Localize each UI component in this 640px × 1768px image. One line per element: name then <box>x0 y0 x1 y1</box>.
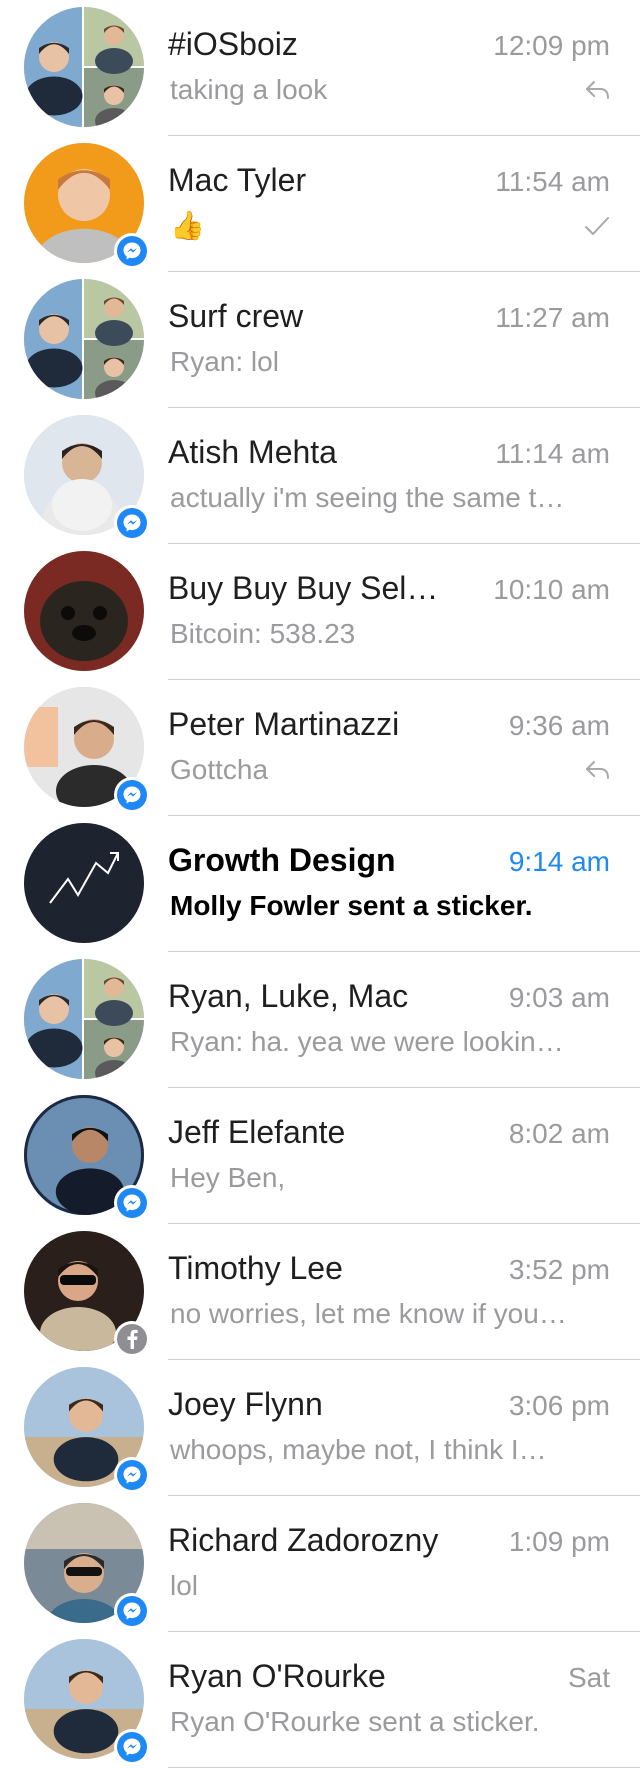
conversation-row[interactable]: Jeff Elefante 8:02 am Hey Ben, <box>0 1088 640 1224</box>
avatar-container <box>24 1231 150 1357</box>
avatar[interactable] <box>24 7 144 127</box>
message-preview: 👍 <box>170 210 205 241</box>
conversation-row[interactable]: Timothy Lee 3:52 pm no worries, let me k… <box>0 1224 640 1360</box>
messenger-bolt-icon <box>117 1732 147 1762</box>
conversation-name: Ryan O'Rourke <box>168 1658 386 1694</box>
avatar-photo <box>24 959 144 1079</box>
avatar-container <box>24 1639 150 1765</box>
messenger-badge-icon <box>114 1729 150 1765</box>
conversation-time: 1:09 pm <box>508 1526 610 1557</box>
conversation-row[interactable]: Mac Tyler 11:54 am 👍 <box>0 136 640 272</box>
messenger-badge-icon <box>114 233 150 269</box>
conversation-time: 10:10 am <box>493 574 610 605</box>
conversation-time: 11:54 am <box>495 166 610 197</box>
messenger-bolt-icon <box>117 1188 147 1218</box>
message-preview: taking a look <box>170 74 328 105</box>
conversation-row[interactable]: Joey Flynn 3:06 pm whoops, maybe not, I … <box>0 1360 640 1496</box>
checkmark-icon <box>582 212 612 240</box>
avatar-photo <box>24 823 144 943</box>
avatar-container <box>24 1095 150 1221</box>
conversation-name: Peter Martinazzi <box>168 706 400 742</box>
avatar-container <box>24 687 150 813</box>
avatar-photo <box>24 7 144 127</box>
message-preview: lol <box>170 1570 199 1601</box>
avatar-photo <box>24 551 144 671</box>
conversation-name: Ryan, Luke, Mac <box>168 978 409 1014</box>
messenger-bolt-icon <box>117 780 147 810</box>
conversation-time: 11:27 am <box>495 302 610 333</box>
conversation-name: Richard Zadorozny <box>168 1522 439 1558</box>
conversation-name: Timothy Lee <box>168 1250 343 1286</box>
message-preview: whoops, maybe not, I think I… <box>170 1434 547 1465</box>
conversation-row[interactable]: Surf crew 11:27 am Ryan: lol <box>0 272 640 408</box>
messenger-badge-icon <box>114 1457 150 1493</box>
conversation-time: 3:52 pm <box>508 1254 610 1285</box>
message-preview: Gottcha <box>170 754 269 785</box>
reply-icon <box>582 756 612 784</box>
message-preview: Bitcoin: 538.23 <box>170 618 356 649</box>
conversation-time: 3:06 pm <box>508 1390 610 1421</box>
message-preview: Ryan O'Rourke sent a sticker. <box>170 1706 540 1737</box>
conversation-name: Surf crew <box>168 298 304 334</box>
conversation-time: 8:02 am <box>508 1118 610 1149</box>
conversation-time: 11:14 am <box>495 438 610 469</box>
conversation-row[interactable]: Ryan, Luke, Mac 9:03 am Ryan: ha. yea we… <box>0 952 640 1088</box>
conversation-name: Growth Design <box>168 842 396 878</box>
messenger-bolt-icon <box>117 1460 147 1490</box>
reply-icon <box>582 76 612 104</box>
avatar[interactable] <box>24 551 144 671</box>
avatar-container <box>24 143 150 269</box>
messenger-badge-icon <box>114 1593 150 1629</box>
conversation-name: Buy Buy Buy Sel… <box>168 570 439 606</box>
conversation-row[interactable]: Peter Martinazzi 9:36 am Gottcha <box>0 680 640 816</box>
conversation-name: #iOSboiz <box>168 26 298 62</box>
messenger-bolt-icon <box>117 508 147 538</box>
conversation-row[interactable]: Growth Design 9:14 am Molly Fowler sent … <box>0 816 640 952</box>
messenger-badge-icon <box>114 777 150 813</box>
conversation-name: Joey Flynn <box>168 1386 323 1422</box>
avatar[interactable] <box>24 959 144 1079</box>
message-preview: actually i'm seeing the same t… <box>170 482 565 513</box>
avatar-container <box>24 959 144 1079</box>
conversation-name: Mac Tyler <box>168 162 307 198</box>
messenger-bolt-icon <box>117 236 147 266</box>
message-preview: Ryan: lol <box>170 346 279 377</box>
conversation-time: 9:03 am <box>508 982 610 1013</box>
facebook-logo-icon <box>117 1324 147 1354</box>
avatar-photo <box>24 279 144 399</box>
conversation-time: 9:36 am <box>508 710 610 741</box>
avatar-container <box>24 415 150 541</box>
conversation-name: Jeff Elefante <box>168 1114 346 1150</box>
conversation-row[interactable]: Buy Buy Buy Sel… 10:10 am Bitcoin: 538.2… <box>0 544 640 680</box>
conversation-name: Atish Mehta <box>168 434 337 470</box>
conversation-list: #iOSboiz 12:09 pm taking a look Mac Tyle… <box>0 0 640 1768</box>
facebook-badge-icon <box>114 1321 150 1357</box>
avatar-container <box>24 1367 150 1493</box>
avatar-container <box>24 823 144 943</box>
messenger-badge-icon <box>114 505 150 541</box>
message-preview: Hey Ben, <box>170 1162 286 1193</box>
conversation-time: Sat <box>567 1662 610 1693</box>
avatar-container <box>24 279 144 399</box>
avatar-container <box>24 7 144 127</box>
message-preview: Ryan: ha. yea we were lookin… <box>170 1026 564 1057</box>
messenger-badge-icon <box>114 1185 150 1221</box>
conversation-row[interactable]: Richard Zadorozny 1:09 pm lol <box>0 1496 640 1632</box>
conversation-row[interactable]: #iOSboiz 12:09 pm taking a look <box>0 0 640 136</box>
message-preview: no worries, let me know if you… <box>170 1298 567 1329</box>
avatar[interactable] <box>24 279 144 399</box>
message-preview: Molly Fowler sent a sticker. <box>170 890 533 921</box>
messenger-bolt-icon <box>117 1596 147 1626</box>
conversation-time: 9:14 am <box>508 846 610 877</box>
conversation-row[interactable]: Atish Mehta 11:14 am actually i'm seeing… <box>0 408 640 544</box>
avatar[interactable] <box>24 823 144 943</box>
conversation-time: 12:09 pm <box>493 30 610 61</box>
conversation-row[interactable]: Ryan O'Rourke Sat Ryan O'Rourke sent a s… <box>0 1632 640 1768</box>
avatar-container <box>24 551 144 671</box>
avatar-container <box>24 1503 150 1629</box>
